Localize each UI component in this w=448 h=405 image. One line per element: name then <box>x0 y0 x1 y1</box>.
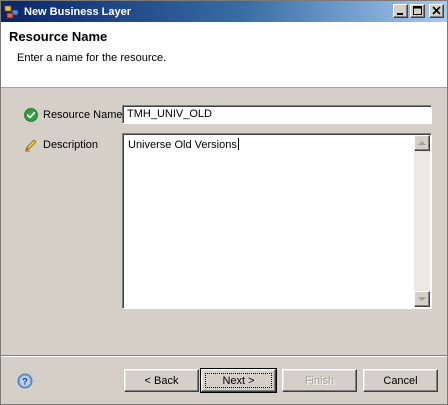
close-button[interactable] <box>429 4 444 18</box>
title-bar[interactable]: New Business Layer <box>1 1 447 22</box>
back-button-label: < Back <box>144 374 179 387</box>
close-icon <box>432 6 441 15</box>
business-layer-icon <box>4 4 20 20</box>
scroll-down-button[interactable] <box>414 291 430 307</box>
dialog-window: New Business Layer Resource Name Enter a… <box>0 0 448 405</box>
description-scrollbar[interactable] <box>414 135 430 307</box>
cancel-button-label: Cancel <box>383 374 418 387</box>
footer-divider-highlight <box>1 356 447 357</box>
arrow-down-icon <box>418 297 426 301</box>
description-text: Universe Old Versions <box>128 138 239 151</box>
minimize-button[interactable] <box>393 4 408 18</box>
page-subtitle: Enter a name for the resource. <box>17 52 167 64</box>
maximize-button[interactable] <box>410 4 425 18</box>
cancel-button[interactable]: Cancel <box>363 369 438 392</box>
help-icon[interactable]: ? <box>17 373 33 389</box>
next-button[interactable]: Next > <box>200 368 277 393</box>
resource-name-label: Resource Name <box>43 109 123 121</box>
header-banner: Resource Name Enter a name for the resou… <box>1 22 447 88</box>
minimize-icon <box>397 13 403 15</box>
scroll-up-button[interactable] <box>414 135 430 151</box>
text-caret <box>237 138 239 150</box>
check-ok-icon <box>24 108 38 122</box>
page-title: Resource Name <box>9 29 108 44</box>
description-label: Description <box>43 139 99 151</box>
back-button[interactable]: < Back <box>124 369 199 392</box>
description-textarea[interactable]: Universe Old Versions <box>122 133 432 309</box>
resource-name-input[interactable]: TMH_UNIV_OLD <box>122 105 432 124</box>
finish-button-label: Finish <box>304 374 335 387</box>
arrow-up-icon <box>418 141 426 145</box>
finish-button[interactable]: Finish <box>282 369 357 392</box>
svg-text:?: ? <box>22 377 28 387</box>
window-title: New Business Layer <box>24 5 131 18</box>
maximize-icon <box>413 6 422 15</box>
pencil-icon <box>25 139 37 152</box>
next-button-label: Next > <box>222 374 255 387</box>
